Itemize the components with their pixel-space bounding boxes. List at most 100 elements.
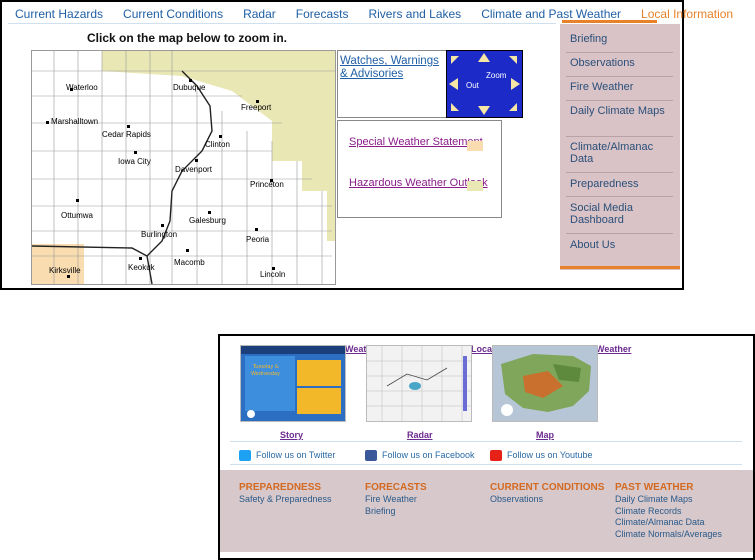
city-marker: [67, 275, 70, 278]
footer-col-forecasts: FORECASTS Fire Weather Briefing: [365, 482, 427, 517]
city-marker: [189, 79, 192, 82]
footer-link-safety-preparedness[interactable]: Safety & Preparedness: [239, 494, 332, 506]
sidebar-bottom-border: [560, 266, 680, 269]
arrow-up-left-icon[interactable]: [451, 56, 459, 64]
arrow-down-right-icon[interactable]: [509, 103, 517, 111]
sidebar-item-fire-weather[interactable]: Fire Weather: [570, 81, 668, 93]
city-label-cedar-rapids: Cedar Rapids: [102, 130, 151, 139]
map-link[interactable]: Map: [536, 430, 554, 440]
facebook-icon: [365, 450, 377, 462]
sidebar-separator: [566, 52, 673, 53]
social-bottom-divider: [230, 464, 742, 465]
arrow-down-icon[interactable]: [478, 106, 490, 115]
arrow-down-left-icon[interactable]: [451, 103, 459, 111]
arrow-up-icon[interactable]: [478, 53, 490, 62]
city-label-freeport: Freeport: [241, 103, 272, 112]
nav-current-hazards[interactable]: Current Hazards: [15, 7, 103, 21]
cut-link-weather-right[interactable]: Weather: [596, 344, 631, 354]
map-thumbnail[interactable]: [492, 345, 598, 422]
city-label-burlington: Burlington: [141, 230, 178, 239]
cut-link-local[interactable]: Loca: [471, 344, 492, 354]
city-label-lincoln: Lincoln: [260, 270, 286, 279]
footer-heading-current-conditions: CURRENT CONDITIONS: [490, 482, 605, 493]
footer-link-daily-climate-maps[interactable]: Daily Climate Maps: [615, 494, 722, 506]
hazard-types-legend: Special Weather Statement Hazardous Weat…: [337, 120, 502, 218]
footer-link-climate-almanac-data[interactable]: Climate/Almanac Data: [615, 517, 722, 529]
footer-heading-preparedness: PREPAREDNESS: [239, 482, 322, 493]
twitter-follow-label: Follow us on Twitter: [256, 450, 336, 460]
facebook-follow-link[interactable]: Follow us on Facebook: [365, 450, 475, 462]
sidebar-separator: [566, 76, 673, 77]
sidebar-item-briefing[interactable]: Briefing: [570, 33, 668, 45]
city-marker: [139, 257, 142, 260]
city-label-marshalltown: Marshalltown: [51, 117, 99, 126]
twitter-follow-link[interactable]: Follow us on Twitter: [239, 450, 336, 462]
watches-warnings-advisories-link[interactable]: Watches, Warnings & Advisories: [338, 51, 448, 85]
map-instruction: Click on the map below to zoom in.: [87, 31, 288, 45]
city-label-ottumwa: Ottumwa: [61, 211, 94, 220]
sidebar-item-observations[interactable]: Observations: [570, 57, 668, 69]
watches-legend: Watches, Warnings & Advisories: [337, 50, 449, 118]
sidebar-item-climate-almanac-data[interactable]: Climate/Almanac Data: [570, 141, 668, 165]
nav-climate-and-past-weather[interactable]: Climate and Past Weather: [481, 7, 621, 21]
footer-heading-past-weather: PAST WEATHER: [615, 482, 694, 493]
sidebar-separator: [566, 100, 673, 101]
zoom-out-label: Out: [466, 81, 479, 90]
city-marker: [195, 159, 198, 162]
city-marker: [186, 249, 189, 252]
special-weather-statement-link[interactable]: Special Weather Statement: [349, 136, 483, 148]
story-graphic-title-line1: Tuesday &: [252, 364, 279, 370]
city-label-clinton: Clinton: [205, 140, 230, 149]
footer-link-climate-records[interactable]: Climate Records: [615, 506, 722, 518]
special-statement-swatch: [467, 141, 483, 151]
arrow-right-icon[interactable]: [511, 78, 520, 90]
sidebar-item-daily-climate-maps[interactable]: Daily Climate Maps: [570, 105, 668, 117]
story-link[interactable]: Story: [280, 430, 303, 440]
hazards-map[interactable]: Waterloo Dubuque Freeport Marshalltown C…: [31, 50, 336, 285]
local-information-panel: Current Hazards Current Conditions Radar Fo…: [0, 0, 733, 290]
radar-thumbnail[interactable]: [366, 345, 472, 422]
zoom-control[interactable]: Zoom Out: [446, 50, 523, 118]
local-info-sidebar: Briefing Observations Fire Weather Daily…: [560, 24, 680, 270]
sidebar-item-preparedness[interactable]: Preparedness: [570, 178, 668, 190]
map-graphic-thumb: [493, 346, 597, 421]
city-marker: [134, 151, 137, 154]
nav-forecasts[interactable]: Forecasts: [296, 7, 349, 21]
arrow-up-right-icon[interactable]: [509, 56, 517, 64]
city-label-keokuk: Keokuk: [128, 263, 155, 272]
twitter-icon: [239, 450, 251, 462]
nav-radar[interactable]: Radar: [243, 7, 276, 21]
site-footer: PREPAREDNESS Safety & Preparedness FOREC…: [220, 470, 753, 552]
city-label-princeton: Princeton: [250, 180, 284, 189]
homepage-footer-panel: Weath Loca Weather Tuesday & Wednesday S…: [218, 334, 755, 560]
city-label-dubuque: Dubuque: [173, 83, 206, 92]
city-marker: [127, 125, 130, 128]
facebook-follow-label: Follow us on Facebook: [382, 450, 475, 460]
sidebar-item-social-media-dashboard[interactable]: Social Media Dashboard: [570, 202, 668, 226]
nav-local-information[interactable]: Local Information: [641, 7, 733, 21]
footer-link-fire-weather[interactable]: Fire Weather: [365, 494, 427, 506]
arrow-left-icon[interactable]: [449, 78, 458, 90]
story-graphic: Tuesday & Wednesday: [241, 346, 345, 421]
sidebar-item-about-us[interactable]: About Us: [570, 239, 668, 251]
footer-link-briefing[interactable]: Briefing: [365, 506, 427, 518]
nav-rivers-and-lakes[interactable]: Rivers and Lakes: [368, 7, 461, 21]
city-marker: [161, 224, 164, 227]
footer-col-current-conditions: CURRENT CONDITIONS Observations: [490, 482, 604, 506]
city-marker: [219, 135, 222, 138]
radar-link[interactable]: Radar: [407, 430, 433, 440]
footer-link-climate-normals-averages[interactable]: Climate Normals/Averages: [615, 529, 722, 541]
nav-current-conditions[interactable]: Current Conditions: [123, 7, 223, 21]
nav-active-underline: [562, 20, 657, 23]
city-label-waterloo: Waterloo: [66, 83, 98, 92]
city-label-peoria: Peoria: [246, 235, 270, 244]
city-marker: [46, 121, 49, 124]
city-marker: [255, 228, 258, 231]
footer-link-observations[interactable]: Observations: [490, 494, 604, 506]
sidebar-separator: [566, 233, 673, 234]
youtube-follow-link[interactable]: Follow us on Youtube: [490, 450, 593, 462]
footer-col-preparedness: PREPAREDNESS Safety & Preparedness: [239, 482, 332, 506]
zoom-label: Zoom: [486, 71, 507, 80]
story-thumbnail[interactable]: Tuesday & Wednesday: [240, 345, 346, 422]
city-label-galesburg: Galesburg: [189, 216, 226, 225]
